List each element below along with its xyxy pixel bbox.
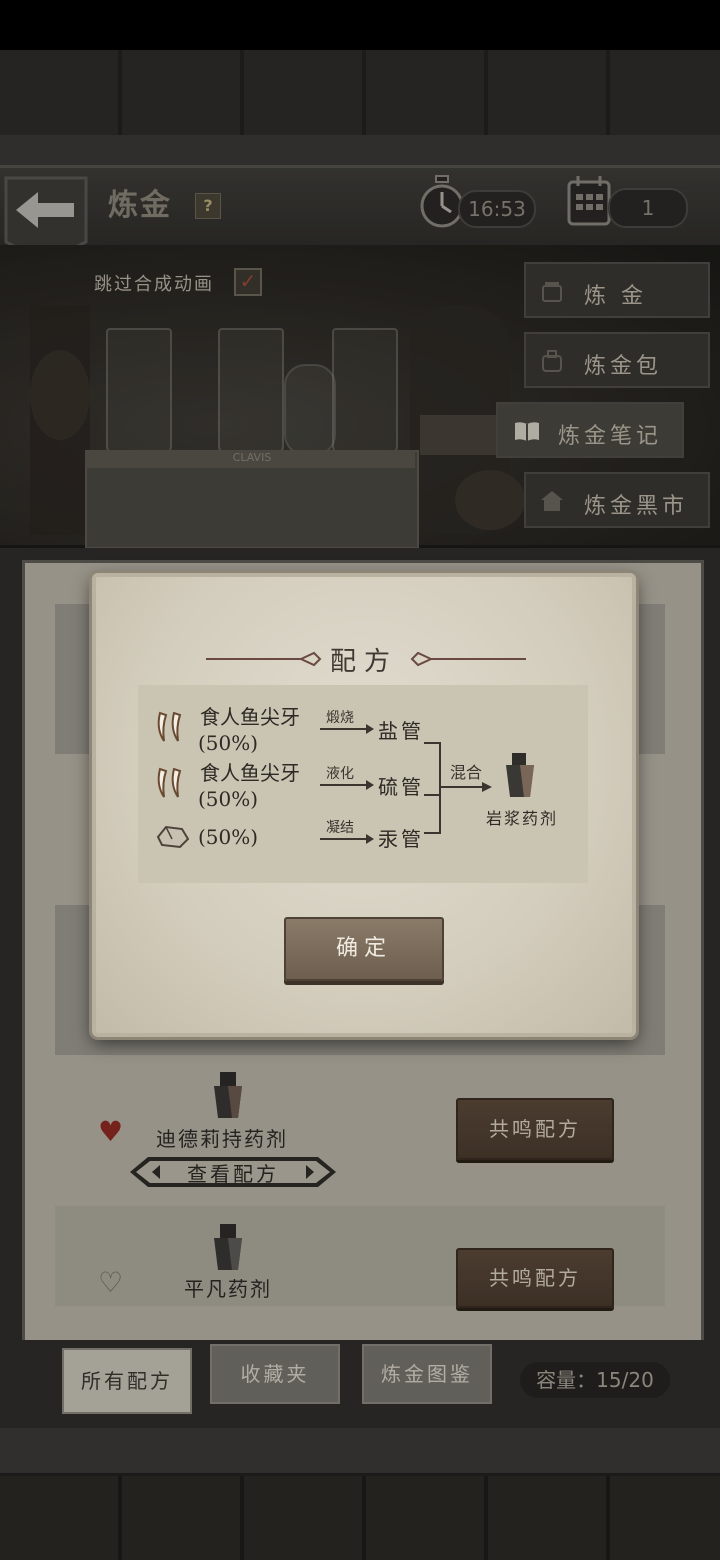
fang-icon xyxy=(157,711,182,742)
result-name: 岩浆药剂 xyxy=(486,809,559,828)
fang-icon xyxy=(157,767,182,798)
tube-label: 硫管 xyxy=(378,775,424,799)
arrow-icon xyxy=(320,780,374,790)
arrow-icon xyxy=(320,834,374,844)
ingredient-name: 食人鱼尖牙 xyxy=(200,761,300,785)
ingredient-ratio: (50%) xyxy=(198,731,259,755)
dialog-title: 配方 xyxy=(329,647,398,677)
ingredient-ratio: (50%) xyxy=(198,825,259,849)
rock-icon xyxy=(156,825,190,849)
potion-icon xyxy=(506,753,534,797)
mix-bracket xyxy=(424,742,492,834)
arrow-icon xyxy=(320,724,374,734)
ingredient-ratio: (50%) xyxy=(198,787,259,811)
recipe-flow: 食人鱼尖牙 (50%) 煅烧 盐管 食人鱼尖牙 (50%) 液化 硫管 (50%… xyxy=(138,685,588,883)
tube-label: 盐管 xyxy=(378,719,424,743)
recipe-dialog: 配方 食人鱼尖牙 (50%) 煅烧 盐管 食人鱼尖牙 (50%) 液化 硫管 (… xyxy=(92,573,636,1037)
ingredient-name: 食人鱼尖牙 xyxy=(200,705,300,729)
confirm-button[interactable]: 确定 xyxy=(284,917,444,981)
tube-label: 汞管 xyxy=(378,827,424,851)
mix-label: 混合 xyxy=(450,763,483,782)
